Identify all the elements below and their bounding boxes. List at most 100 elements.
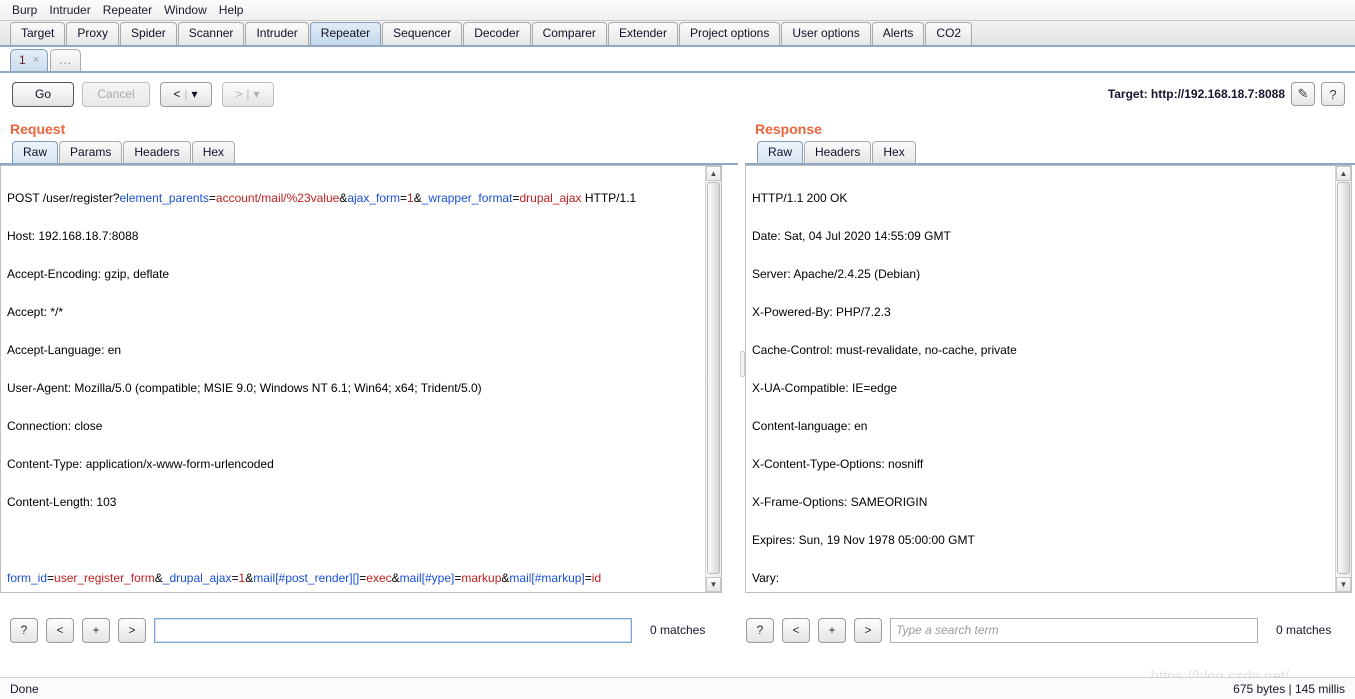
go-button[interactable]: Go	[12, 82, 74, 107]
response-find-add-button[interactable]: +	[818, 618, 846, 643]
tab-user-options[interactable]: User options	[781, 22, 870, 45]
request-response-panels: Request Raw Params Headers Hex POST /use…	[0, 115, 1355, 611]
request-find-prev-button[interactable]: <	[46, 618, 74, 643]
request-line: POST /user/register?element_parents=acco…	[7, 189, 715, 208]
response-tab-raw[interactable]: Raw	[757, 141, 803, 163]
scroll-down-icon[interactable]: ▼	[706, 577, 721, 592]
tab-scanner[interactable]: Scanner	[178, 22, 245, 45]
tab-target[interactable]: Target	[10, 22, 65, 45]
menu-item-help[interactable]: Help	[213, 1, 250, 19]
back-history-button[interactable]: < | ▾	[160, 82, 212, 107]
body-param-value: exec	[366, 571, 391, 585]
scroll-thumb[interactable]	[707, 182, 720, 574]
body-param-value: markup	[461, 571, 501, 585]
tab-co2[interactable]: CO2	[925, 22, 972, 45]
request-find-next-button[interactable]: >	[118, 618, 146, 643]
chevron-down-icon[interactable]: ▾	[192, 87, 199, 101]
request-header-line: Accept-Language: en	[7, 341, 715, 360]
response-editor[interactable]: HTTP/1.1 200 OK Date: Sat, 04 Jul 2020 1…	[745, 165, 1352, 593]
response-text[interactable]: HTTP/1.1 200 OK Date: Sat, 04 Jul 2020 1…	[746, 166, 1351, 593]
response-find-help-button[interactable]: ?	[746, 618, 774, 643]
response-status-line: HTTP/1.1 200 OK	[752, 189, 1345, 208]
response-header-line: X-UA-Compatible: IE=edge	[752, 379, 1345, 398]
response-scrollbar[interactable]: ▲ ▼	[1335, 166, 1351, 592]
scroll-thumb[interactable]	[1337, 182, 1350, 574]
request-header-line: Content-Type: application/x-www-form-url…	[7, 455, 715, 474]
response-find-next-button[interactable]: >	[854, 618, 882, 643]
response-stats: 675 bytes | 145 millis	[1233, 682, 1345, 696]
button-separator: |	[184, 87, 188, 101]
response-header-line: X-Powered-By: PHP/7.2.3	[752, 303, 1345, 322]
scroll-up-icon[interactable]: ▲	[706, 166, 721, 181]
repeater-tab-label: 1	[19, 50, 26, 71]
tab-proxy[interactable]: Proxy	[66, 22, 119, 45]
repeater-tab-1[interactable]: 1 ×	[10, 49, 48, 71]
body-delimiter: &	[245, 571, 253, 585]
request-find-bar: ? < + > 0 matches	[0, 611, 738, 649]
tab-decoder[interactable]: Decoder	[463, 22, 530, 45]
body-param-value: user_register_form	[54, 571, 155, 585]
target-label: Target: http://192.168.18.7:8088	[1108, 87, 1285, 101]
target-area: Target: http://192.168.18.7:8088 ✎ ?	[1108, 82, 1345, 106]
tab-spider[interactable]: Spider	[120, 22, 177, 45]
panel-splitter[interactable]	[738, 115, 745, 611]
response-header-line: X-Frame-Options: SAMEORIGIN	[752, 493, 1345, 512]
request-header-line: Content-Length: 103	[7, 493, 715, 512]
request-tab-headers[interactable]: Headers	[123, 141, 190, 163]
body-delimiter: =	[231, 571, 238, 585]
find-bars: ? < + > 0 matches ? < + > 0 matches	[0, 611, 1355, 649]
response-find-prev-button[interactable]: <	[782, 618, 810, 643]
request-find-help-button[interactable]: ?	[10, 618, 38, 643]
param-value-element-parents: account/mail/%23value	[216, 191, 339, 205]
close-icon[interactable]: ×	[33, 50, 39, 71]
back-arrow-icon: <	[173, 87, 181, 101]
request-text[interactable]: POST /user/register?element_parents=acco…	[1, 166, 721, 593]
tab-sequencer[interactable]: Sequencer	[382, 22, 462, 45]
response-match-count: 0 matches	[1276, 623, 1331, 637]
scroll-down-icon[interactable]: ▼	[1336, 577, 1351, 592]
request-scrollbar[interactable]: ▲ ▼	[705, 166, 721, 592]
tab-repeater[interactable]: Repeater	[310, 22, 381, 45]
request-tab-hex[interactable]: Hex	[192, 141, 235, 163]
response-search-input[interactable]	[890, 618, 1258, 643]
tab-intruder[interactable]: Intruder	[245, 22, 308, 45]
request-find-add-button[interactable]: +	[82, 618, 110, 643]
menu-item-intruder[interactable]: Intruder	[43, 1, 96, 19]
body-delimiter: =	[585, 571, 592, 585]
tab-alerts[interactable]: Alerts	[872, 22, 925, 45]
request-title: Request	[0, 115, 738, 141]
repeater-new-tab-button[interactable]: ...	[50, 49, 81, 71]
response-header-line: X-Content-Type-Options: nosniff	[752, 455, 1345, 474]
response-tab-hex[interactable]: Hex	[872, 141, 915, 163]
request-tab-params[interactable]: Params	[59, 141, 122, 163]
body-param-key: form_id	[7, 571, 47, 585]
request-header-line: Connection: close	[7, 417, 715, 436]
request-header-line: Accept: */*	[7, 303, 715, 322]
tab-extender[interactable]: Extender	[608, 22, 678, 45]
body-param-key: mail[#post_render][]	[253, 571, 359, 585]
menu-item-window[interactable]: Window	[158, 1, 213, 19]
body-param-key: _drupal_ajax	[163, 571, 232, 585]
tab-comparer[interactable]: Comparer	[532, 22, 607, 45]
param-value-wrapper-format: drupal_ajax	[519, 191, 581, 205]
scroll-up-icon[interactable]: ▲	[1336, 166, 1351, 181]
request-match-count: 0 matches	[650, 623, 705, 637]
response-header-line: Cache-Control: must-revalidate, no-cache…	[752, 341, 1345, 360]
body-delimiter: &	[392, 571, 400, 585]
menu-item-burp[interactable]: Burp	[6, 1, 43, 19]
help-icon[interactable]: ?	[1321, 82, 1345, 106]
menu-item-repeater[interactable]: Repeater	[97, 1, 158, 19]
request-line-suffix: HTTP/1.1	[582, 191, 637, 205]
request-tab-raw[interactable]: Raw	[12, 141, 58, 163]
request-line-prefix: POST /user/register?	[7, 191, 120, 205]
request-header-line: Host: 192.168.18.7:8088	[7, 227, 715, 246]
response-tab-strip: Raw Headers Hex	[745, 141, 1355, 165]
chevron-down-icon: ▾	[254, 87, 261, 101]
tab-project-options[interactable]: Project options	[679, 22, 780, 45]
request-search-input[interactable]	[154, 618, 632, 643]
response-tab-headers[interactable]: Headers	[804, 141, 871, 163]
body-param-key: mail[#ype]	[400, 571, 455, 585]
pencil-icon[interactable]: ✎	[1291, 82, 1315, 106]
request-find-bar-wrap: ? < + > 0 matches	[0, 611, 738, 649]
request-editor[interactable]: POST /user/register?element_parents=acco…	[0, 165, 722, 593]
